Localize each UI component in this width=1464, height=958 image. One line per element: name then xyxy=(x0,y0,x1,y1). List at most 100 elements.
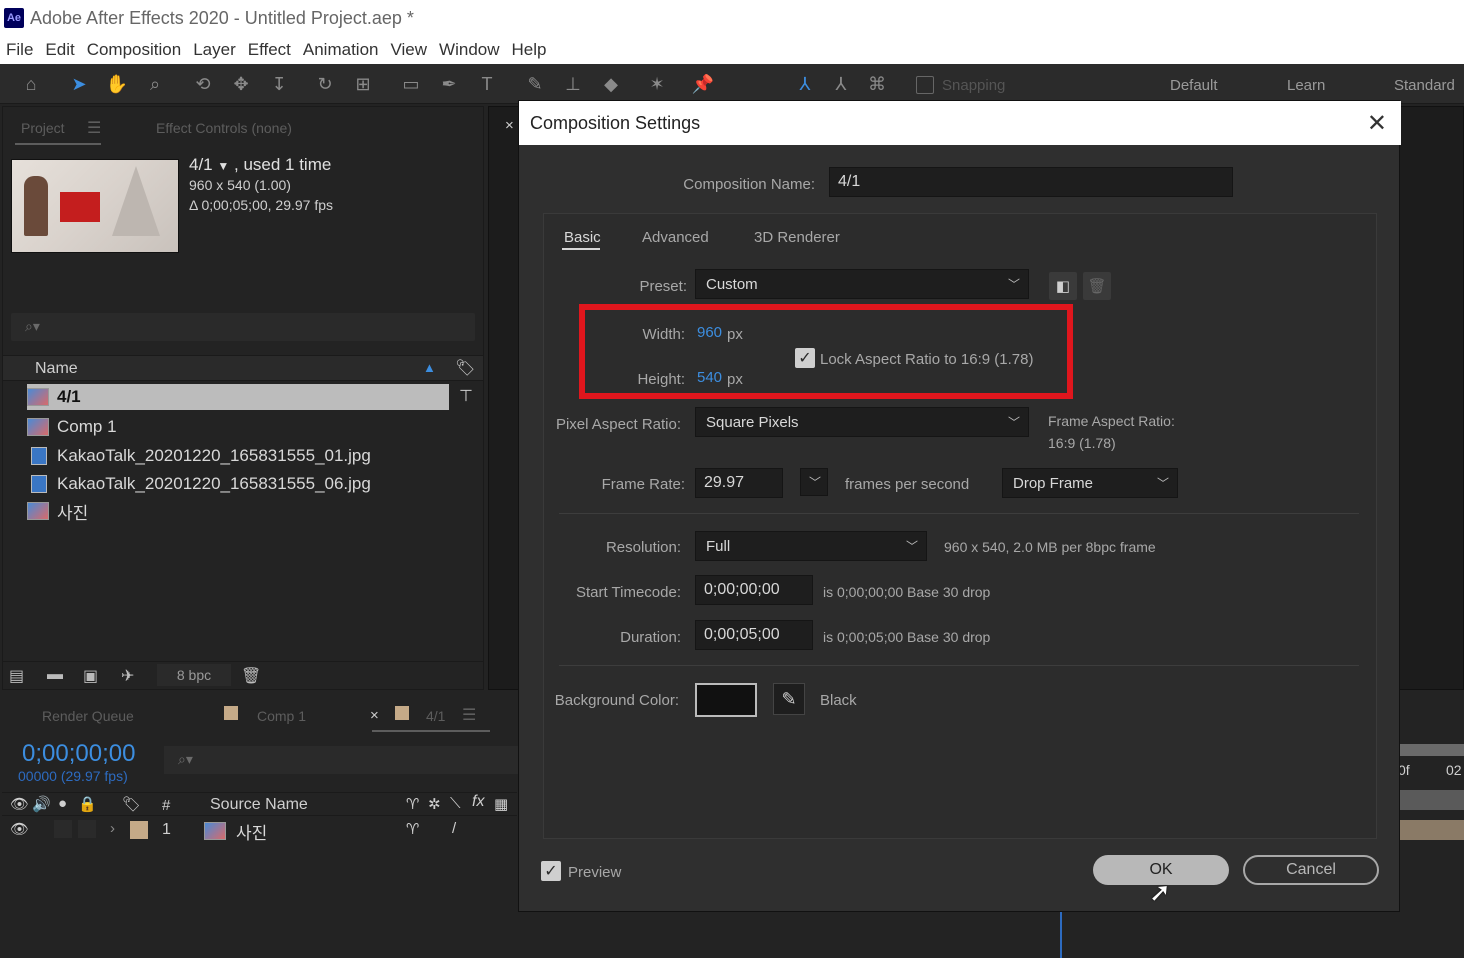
project-search-input[interactable]: ⌕▾ xyxy=(11,313,475,341)
layer-quality-icon[interactable]: / xyxy=(452,820,456,837)
tab-effect-controls[interactable]: Effect Controls (none) xyxy=(156,120,292,136)
menu-view[interactable]: View xyxy=(391,40,428,60)
lock-icon[interactable]: 🔒 xyxy=(78,795,97,813)
local-axis-icon[interactable]: ⅄ xyxy=(792,72,818,96)
preview-checkbox[interactable]: ✓ xyxy=(541,861,561,881)
layer-visibility-icon[interactable]: 👁 xyxy=(10,820,29,838)
tab-4-1[interactable]: 4/1 xyxy=(426,708,445,724)
project-item-kakaotalk-06[interactable]: KakaoTalk_20201220_165831555_06.jpg xyxy=(27,471,449,497)
eye-icon[interactable]: 👁 xyxy=(10,795,29,813)
sort-ascending-icon[interactable]: ▲ xyxy=(423,360,436,375)
start-timecode-input[interactable]: 0;00;00;00 xyxy=(695,575,813,605)
orbit-icon[interactable]: ⟲ xyxy=(190,72,216,96)
flowchart-icon[interactable]: ⊤ xyxy=(459,386,473,406)
layer-solo-toggle[interactable] xyxy=(54,820,72,838)
trash-icon[interactable]: 🗑 xyxy=(241,666,261,686)
selection-icon[interactable]: ➤ xyxy=(66,72,92,96)
project-item-kakaotalk-01[interactable]: KakaoTalk_20201220_165831555_01.jpg xyxy=(27,443,449,469)
world-axis-icon[interactable]: ⅄ xyxy=(828,72,854,96)
menu-layer[interactable]: Layer xyxy=(193,40,236,60)
pan-icon[interactable]: ✥ xyxy=(228,72,254,96)
quality-icon[interactable]: ⟍ xyxy=(450,795,461,812)
project-settings-icon[interactable]: ✈ xyxy=(121,666,134,686)
expand-arrow-icon[interactable]: › xyxy=(110,820,115,837)
menu-file[interactable]: File xyxy=(6,40,33,60)
column-source-name[interactable]: Source Name xyxy=(210,796,308,814)
pan-behind-icon[interactable]: ⊞ xyxy=(350,72,376,96)
current-time-indicator[interactable] xyxy=(1060,912,1062,958)
snapping-checkbox[interactable] xyxy=(916,76,934,94)
zoom-icon[interactable]: ⌕ xyxy=(142,72,168,96)
tab-advanced[interactable]: Advanced xyxy=(642,229,709,246)
delete-preset-icon[interactable]: 🗑 xyxy=(1083,272,1111,300)
pen-icon[interactable]: ✒ xyxy=(436,72,462,96)
eraser-icon[interactable]: ◆ xyxy=(598,72,624,96)
project-item-4-1[interactable]: 4/1 xyxy=(27,384,449,410)
clone-stamp-icon[interactable]: ⊥ xyxy=(560,72,586,96)
collapse-icon[interactable]: ✲ xyxy=(428,795,441,813)
project-item-photo[interactable]: 사진 xyxy=(27,498,449,524)
viewer-close-icon[interactable]: × xyxy=(505,117,514,134)
fx-icon[interactable]: fx xyxy=(472,793,484,811)
layer-shy-icon[interactable]: ♈ xyxy=(406,820,419,838)
workspace-default[interactable]: Default xyxy=(1170,77,1218,94)
audio-icon[interactable]: 🔊 xyxy=(32,795,51,813)
type-icon[interactable]: T xyxy=(474,72,500,96)
tab-render-queue[interactable]: Render Queue xyxy=(42,708,134,724)
menu-window[interactable]: Window xyxy=(439,40,499,60)
column-name[interactable]: Name xyxy=(35,360,78,378)
home-icon[interactable]: ⌂ xyxy=(18,72,44,96)
work-area-bar[interactable] xyxy=(1400,744,1464,756)
menu-edit[interactable]: Edit xyxy=(45,40,74,60)
save-preset-icon[interactable]: ◧ xyxy=(1049,272,1077,300)
pixel-aspect-dropdown[interactable]: Square Pixels ﹀ xyxy=(695,407,1029,437)
layer-label-color[interactable] xyxy=(130,821,148,839)
panel-menu-icon[interactable]: ☰ xyxy=(462,705,476,725)
background-color-swatch[interactable] xyxy=(695,683,757,717)
frame-rate-dropdown[interactable]: ﹀ xyxy=(800,468,828,496)
project-item-comp-1[interactable]: Comp 1 xyxy=(27,414,449,440)
new-composition-icon[interactable]: ▣ xyxy=(83,666,98,686)
eyedropper-icon[interactable]: ✎ xyxy=(773,683,805,715)
label-tag-icon[interactable]: 🏷 xyxy=(122,795,141,813)
drop-frame-dropdown[interactable]: Drop Frame ﹀ xyxy=(1002,468,1178,498)
menu-help[interactable]: Help xyxy=(512,40,547,60)
layer-name[interactable]: 사진 xyxy=(236,819,267,844)
new-folder-icon[interactable]: ▬ xyxy=(47,666,63,684)
menu-animation[interactable]: Animation xyxy=(303,40,379,60)
frame-blend-icon[interactable]: ▦ xyxy=(494,795,508,813)
preview-dropdown-icon[interactable]: ▼ xyxy=(217,159,229,173)
layer-bar[interactable] xyxy=(1400,820,1464,840)
puppet-pin-icon[interactable]: 📌 xyxy=(690,72,716,96)
tab-basic[interactable]: Basic xyxy=(564,229,601,246)
rotate-icon[interactable]: ↻ xyxy=(312,72,338,96)
view-axis-icon[interactable]: ⌘ xyxy=(864,72,890,96)
label-tag-icon[interactable]: 🏷 xyxy=(455,358,475,378)
comp-name-input[interactable]: 4/1 xyxy=(829,167,1233,197)
menu-composition[interactable]: Composition xyxy=(87,40,182,60)
tab-close-icon[interactable]: × xyxy=(370,707,379,724)
workspace-learn[interactable]: Learn xyxy=(1287,77,1325,94)
current-timecode[interactable]: 0;00;00;00 xyxy=(22,740,135,768)
brush-icon[interactable]: ✎ xyxy=(522,72,548,96)
frame-rate-input[interactable]: 29.97 xyxy=(695,468,783,498)
bit-depth-button[interactable]: 8 bpc xyxy=(157,664,231,686)
panel-menu-icon[interactable]: ☰ xyxy=(87,118,101,138)
dolly-icon[interactable]: ↧ xyxy=(266,72,292,96)
workspace-standard[interactable]: Standard xyxy=(1394,77,1455,94)
tab-comp-1[interactable]: Comp 1 xyxy=(257,708,306,724)
hand-icon[interactable]: ✋ xyxy=(104,72,130,96)
solo-icon[interactable]: ● xyxy=(58,795,67,812)
timeline-search-input[interactable]: ⌕▾ xyxy=(164,746,518,774)
layer-row[interactable]: 👁 › 1 사진 ♈ / xyxy=(2,818,517,844)
duration-input[interactable]: 0;00;05;00 xyxy=(695,620,813,650)
rectangle-icon[interactable]: ▭ xyxy=(398,72,424,96)
interpret-footage-icon[interactable]: ▤ xyxy=(9,666,24,686)
layer-lock-toggle[interactable] xyxy=(78,820,96,838)
shy-icon[interactable]: ♈ xyxy=(406,795,419,813)
roto-brush-icon[interactable]: ✶ xyxy=(644,72,670,96)
resolution-dropdown[interactable]: Full ﹀ xyxy=(695,531,927,561)
menu-effect[interactable]: Effect xyxy=(248,40,291,60)
tab-3d-renderer[interactable]: 3D Renderer xyxy=(754,229,840,246)
tab-project[interactable]: Project xyxy=(21,120,65,136)
